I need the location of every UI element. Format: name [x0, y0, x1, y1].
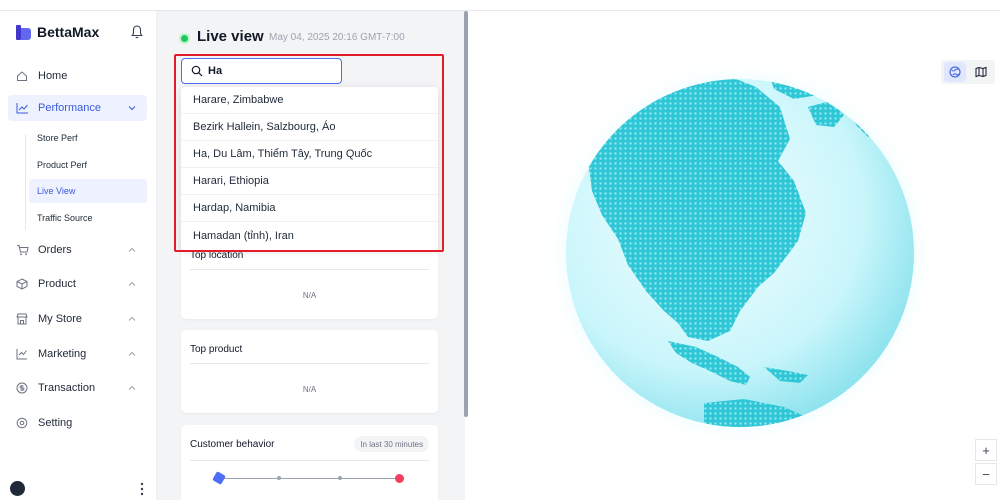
top-product-card: Top product N/A	[181, 330, 438, 413]
gear-icon	[15, 416, 29, 430]
sidebar-item-label: Orders	[38, 244, 72, 256]
divider	[190, 269, 429, 270]
sidebar-item-label: Product	[38, 278, 76, 290]
funnel-step-node	[277, 476, 281, 480]
annotation-highlight-box	[174, 54, 444, 252]
chevron-up-icon[interactable]	[127, 314, 137, 324]
sidebar-item-label: Performance	[38, 102, 101, 114]
sidebar-item-performance[interactable]: Performance	[8, 95, 147, 121]
live-datetime: May 04, 2025 20:16 GMT-7:00	[269, 32, 405, 43]
map-icon	[975, 66, 987, 78]
more-options-icon[interactable]	[140, 482, 144, 496]
box-icon	[15, 277, 29, 291]
sidebar: BettaMax Home Performance Store Perf Pro…	[0, 11, 157, 500]
sidebar-item-label: My Store	[38, 313, 83, 325]
store-icon	[15, 312, 29, 326]
sidebar-item-label: Transaction	[38, 382, 96, 394]
chevron-up-icon[interactable]	[127, 349, 137, 359]
sidebar-item-label: Setting	[38, 417, 73, 429]
funnel-end-node	[395, 474, 404, 483]
map-view-toggle	[941, 60, 995, 84]
customer-behavior-card: Customer behavior In last 30 minutes	[181, 425, 438, 500]
sidebar-item-transaction[interactable]: Transaction	[8, 375, 147, 401]
chevron-down-icon[interactable]	[127, 103, 137, 113]
avatar[interactable]	[10, 481, 25, 496]
chevron-up-icon[interactable]	[127, 245, 137, 255]
card-value: N/A	[302, 385, 317, 394]
sidebar-item-product[interactable]: Product	[8, 271, 147, 297]
sidebar-item-label: Marketing	[38, 348, 87, 360]
chart-icon	[15, 101, 29, 115]
funnel-step-node	[338, 476, 342, 480]
bell-icon[interactable]	[131, 25, 143, 39]
sidebar-subitem-product-perf[interactable]: Product Perf	[29, 153, 147, 177]
user-profile[interactable]	[8, 479, 149, 500]
zoom-in-button[interactable]: +	[975, 439, 997, 461]
sidebar-subitem-traffic-source[interactable]: Traffic Source	[29, 206, 147, 230]
globe-icon	[949, 66, 961, 78]
submenu-guide-line	[25, 134, 26, 230]
zoom-out-button[interactable]: −	[975, 463, 997, 485]
chevron-up-icon[interactable]	[127, 279, 137, 289]
globe[interactable]	[468, 11, 1000, 500]
sidebar-subitem-store-perf[interactable]: Store Perf	[29, 126, 147, 150]
sidebar-item-my-store[interactable]: My Store	[8, 306, 147, 332]
card-title: Customer behavior	[190, 439, 275, 450]
cart-icon	[15, 243, 29, 257]
page-title: Live view	[197, 28, 264, 45]
home-icon	[15, 69, 29, 83]
live-status-dot	[181, 35, 188, 42]
card-value: N/A	[302, 291, 317, 300]
divider	[190, 363, 429, 364]
sidebar-item-marketing[interactable]: Marketing	[8, 341, 147, 367]
globe-view-button[interactable]	[944, 62, 966, 82]
time-range-badge: In last 30 minutes	[354, 436, 429, 452]
chevron-up-icon[interactable]	[127, 383, 137, 393]
sidebar-item-orders[interactable]: Orders	[8, 237, 147, 263]
funnel-start-node	[212, 471, 226, 485]
brand-logo-icon	[16, 24, 31, 40]
brand[interactable]: BettaMax	[16, 24, 99, 40]
sidebar-item-home[interactable]: Home	[8, 63, 147, 89]
brand-name: BettaMax	[37, 24, 100, 40]
divider	[190, 460, 429, 461]
map-area[interactable]: + −	[468, 11, 1000, 500]
sidebar-subitem-live-view[interactable]: Live View	[29, 179, 147, 203]
flat-map-view-button[interactable]	[970, 62, 992, 82]
money-icon	[15, 381, 29, 395]
funnel-track	[219, 478, 400, 479]
top-bar	[0, 0, 1000, 11]
sidebar-item-setting[interactable]: Setting	[8, 410, 147, 436]
sidebar-item-label: Home	[38, 70, 68, 82]
app-root: BettaMax Home Performance Store Perf Pro…	[0, 0, 1000, 500]
megaphone-icon	[15, 347, 29, 361]
card-title: Top product	[190, 344, 243, 355]
